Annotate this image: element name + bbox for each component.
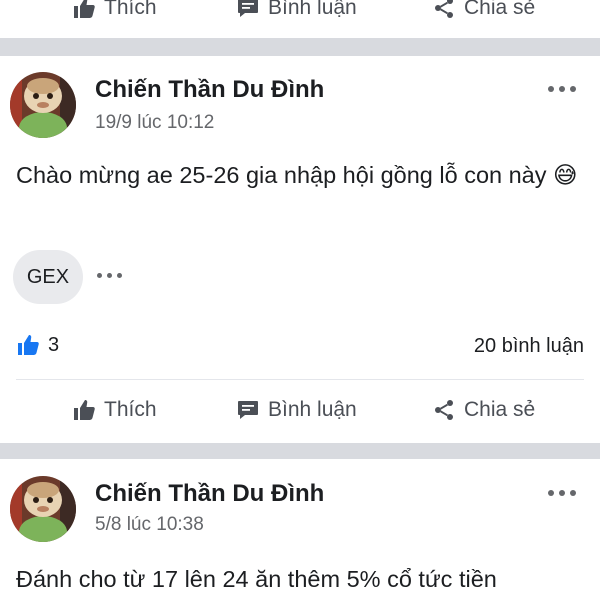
post-body: Chào mừng ae 25-26 gia nhập hội gồng lỗ … xyxy=(16,158,586,192)
thumbs-up-icon xyxy=(74,0,95,18)
stats-divider xyxy=(16,379,584,380)
like-label-top: Thích xyxy=(104,0,157,19)
post-text: Chào mừng ae 25-26 gia nhập hội gồng lỗ … xyxy=(16,162,547,188)
comment-label: Bình luận xyxy=(268,398,357,421)
comment-label-top: Bình luận xyxy=(268,0,357,19)
more-options-icon[interactable] xyxy=(548,86,576,92)
like-label: Thích xyxy=(104,398,157,421)
comment-button[interactable]: Bình luận xyxy=(236,398,357,422)
like-button[interactable]: Thích xyxy=(72,398,157,422)
post-action-bar: Thích Bình luận Chia sẻ xyxy=(0,386,600,436)
tag-chip[interactable]: GEX xyxy=(13,250,83,304)
comment-count[interactable]: 20 bình luận xyxy=(474,335,584,358)
post-author[interactable]: Chiến Thần Du Đình xyxy=(95,480,324,508)
post-header: Chiến Thần Du Đình 5/8 lúc 10:38 xyxy=(0,476,600,556)
like-count-value: 3 xyxy=(48,333,60,356)
like-count[interactable]: 3 xyxy=(16,333,59,357)
comment-icon xyxy=(238,401,258,419)
thumbs-up-icon xyxy=(74,400,95,420)
post-body: Đánh cho từ 17 lên 24 ăn thêm 5% cổ tức … xyxy=(16,562,586,596)
share-button-top[interactable]: Chia sẻ xyxy=(432,0,535,20)
share-icon xyxy=(435,400,453,420)
tag-more-icon[interactable] xyxy=(97,273,122,278)
comment-icon xyxy=(238,0,258,17)
post-stats: 3 20 bình luận xyxy=(0,333,600,363)
avatar[interactable] xyxy=(10,476,76,542)
post-author[interactable]: Chiến Thần Du Đình xyxy=(95,76,324,104)
top-action-bar: Thích Bình luận Chia sẻ xyxy=(0,0,600,34)
post-header: Chiến Thần Du Đình 19/9 lúc 10:12 xyxy=(0,72,600,152)
like-reaction-icon xyxy=(18,335,39,355)
share-label-top: Chia sẻ xyxy=(464,0,536,19)
like-button-top[interactable]: Thích xyxy=(72,0,157,20)
post-timestamp[interactable]: 19/9 lúc 10:12 xyxy=(95,112,214,134)
tag-label: GEX xyxy=(26,265,70,288)
share-label: Chia sẻ xyxy=(464,398,536,421)
section-divider xyxy=(0,38,600,56)
share-icon xyxy=(435,0,453,18)
section-divider xyxy=(0,443,600,459)
sweat-smile-emoji: 😅 xyxy=(553,162,578,188)
post-timestamp[interactable]: 5/8 lúc 10:38 xyxy=(95,514,204,536)
avatar[interactable] xyxy=(10,72,76,138)
share-button[interactable]: Chia sẻ xyxy=(432,398,535,422)
comment-button-top[interactable]: Bình luận xyxy=(236,0,357,20)
more-options-icon[interactable] xyxy=(548,490,576,496)
post-text: Đánh cho từ 17 lên 24 ăn thêm 5% cổ tức … xyxy=(16,566,497,592)
